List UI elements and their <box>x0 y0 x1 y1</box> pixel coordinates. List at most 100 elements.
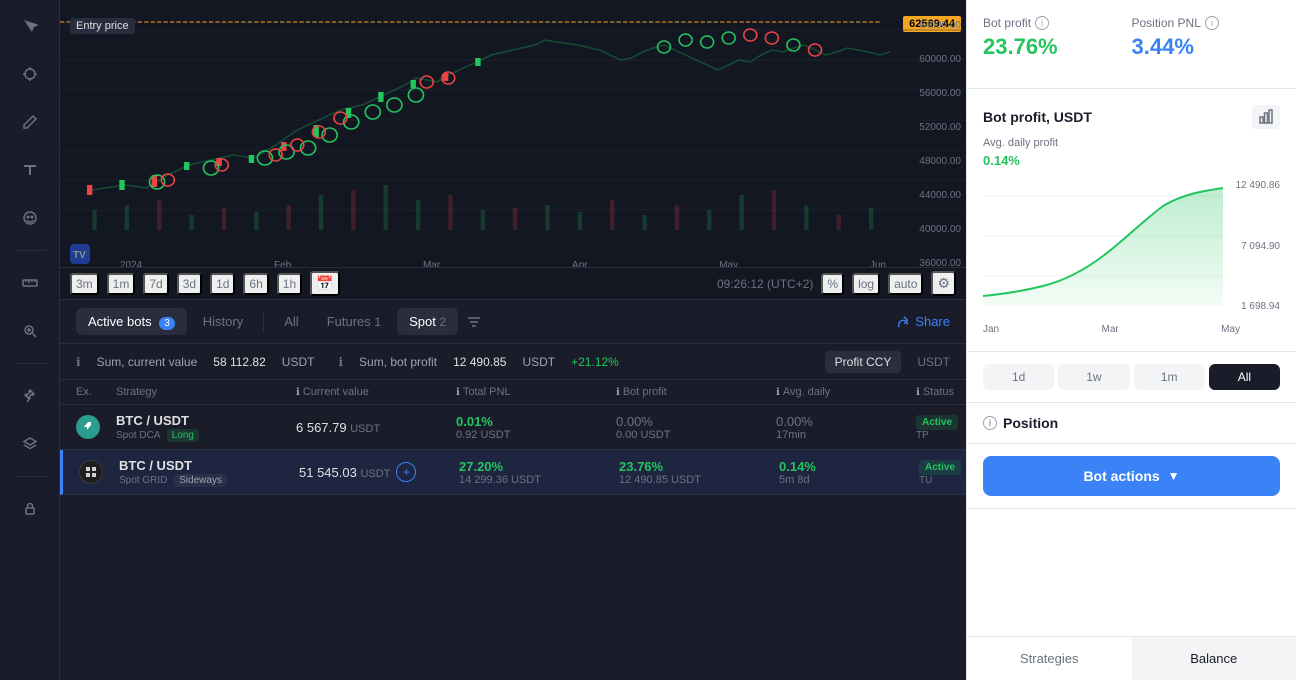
position-header: i Position <box>983 415 1280 431</box>
tab-all[interactable]: All <box>272 308 310 335</box>
pencil-icon[interactable] <box>14 106 46 138</box>
profit-chart-title: Bot profit, USDT <box>983 109 1092 125</box>
usdt-label: USDT <box>917 355 950 369</box>
current-value-1: 6 567.79 USDT <box>296 420 456 435</box>
share-button[interactable]: Share <box>897 314 950 329</box>
period-1d[interactable]: 1d <box>983 364 1054 390</box>
ruler-icon[interactable] <box>14 267 46 299</box>
y-min: 1 698.94 <box>1236 301 1281 312</box>
right-bottom-tabs: Strategies Balance <box>967 636 1296 680</box>
layers-icon[interactable] <box>14 428 46 460</box>
crosshair-icon[interactable] <box>14 58 46 90</box>
entry-price-label: Entry price <box>70 18 135 34</box>
strategy-2: BTC / USDT Spot GRID Sideways <box>119 458 299 486</box>
period-all[interactable]: All <box>1209 364 1280 390</box>
bot-profit-label: Sum, bot profit <box>359 355 437 369</box>
exchange-icon-1 <box>76 415 116 439</box>
avg-daily-2: 0.14% 5m 8d <box>779 459 919 486</box>
profit-ccy-button[interactable]: Profit CCY <box>825 351 902 373</box>
table-row[interactable]: BTC / USDT Spot DCA Long 6 567.79 USDT 0… <box>60 405 966 450</box>
position-pnl-value: 3.44% <box>1132 34 1265 60</box>
timeframe-1h[interactable]: 1h <box>277 273 302 295</box>
profit-chart-header: Bot profit, USDT <box>983 105 1280 129</box>
table-header: Ex. Strategy ℹ Current value ℹ Total PNL… <box>60 380 966 405</box>
period-1w[interactable]: 1w <box>1058 364 1129 390</box>
status-2: Active TU <box>919 459 966 486</box>
table-row-selected[interactable]: BTC / USDT Spot GRID Sideways 51 545.03 … <box>60 450 966 495</box>
zoom-icon[interactable] <box>14 315 46 347</box>
bot-profit-metric-value: 23.76% <box>983 34 1116 60</box>
main-area: Entry price 62569.44 <box>60 0 966 680</box>
strategy-1: BTC / USDT Spot DCA Long <box>116 413 296 441</box>
info-icon-2: ℹ <box>338 355 343 369</box>
chart-x-labels: Jan Mar May <box>983 324 1280 335</box>
bot-profit-2: 23.76% 12 490.85 USDT <box>619 459 779 486</box>
add-funds-button[interactable]: + <box>396 462 416 482</box>
avg-daily-label: Avg. daily profit <box>983 137 1280 149</box>
current-value-label: Sum, current value <box>97 355 198 369</box>
profit-chart-section: Bot profit, USDT Avg. daily profit 0.14% <box>967 89 1296 352</box>
text-icon[interactable] <box>14 154 46 186</box>
timeframe-6h[interactable]: 6h <box>243 273 268 295</box>
pin-icon[interactable] <box>14 380 46 412</box>
tab-history[interactable]: History <box>191 308 255 335</box>
auto-btn[interactable]: auto <box>888 273 923 295</box>
timeframe-3m[interactable]: 3m <box>70 273 99 295</box>
current-value-unit: USDT <box>282 355 315 369</box>
tab-spot[interactable]: Spot 2 <box>397 308 458 335</box>
chart-section: Entry price 62569.44 <box>60 0 966 300</box>
timeframe-1d[interactable]: 1d <box>210 273 235 295</box>
tab-strategies[interactable]: Strategies <box>967 637 1132 680</box>
y-mid: 7 094.90 <box>1236 241 1281 252</box>
timeframe-1m[interactable]: 1m <box>107 273 136 295</box>
bot-profit-value: 12 490.85 <box>453 355 506 369</box>
cursor-icon[interactable] <box>14 10 46 42</box>
right-top-metrics: Bot profit i 23.76% Position PNL i 3.44% <box>967 0 1296 89</box>
filter-button[interactable] <box>462 310 486 334</box>
tradingview-logo: TV <box>70 244 90 264</box>
current-value: 58 112.82 <box>213 355 266 369</box>
bot-profit-metric: Bot profit i 23.76% <box>983 16 1132 60</box>
settings-icon[interactable]: ⚙ <box>931 271 956 296</box>
bot-actions-label: Bot actions <box>1083 468 1159 484</box>
bot-profit-info-icon[interactable]: i <box>1035 16 1049 30</box>
tab-balance[interactable]: Balance <box>1132 637 1296 680</box>
total-pnl-1: 0.01% 0.92 USDT <box>456 414 616 441</box>
chart-type-button[interactable] <box>1252 105 1280 129</box>
chevron-down-icon: ▼ <box>1168 469 1180 483</box>
emoji-icon[interactable] <box>14 202 46 234</box>
bot-profit-metric-label: Bot profit i <box>983 16 1116 30</box>
bot-actions-button[interactable]: Bot actions ▼ <box>983 456 1280 496</box>
position-section: i Position <box>967 403 1296 444</box>
current-value-2: 51 545.03 USDT + <box>299 462 459 482</box>
active-bots-badge: 3 <box>159 317 175 330</box>
position-pnl-info-icon[interactable]: i <box>1205 16 1219 30</box>
bot-profit-pct: +21.12% <box>571 355 619 369</box>
bot-profit-1: 0.00% 0.00 USDT <box>616 414 776 441</box>
price-grid: 64000.00 60000.00 56000.00 52000.00 4800… <box>886 0 966 299</box>
log-btn[interactable]: log <box>852 273 880 295</box>
timeframe-calendar[interactable]: 📅 <box>310 271 339 296</box>
period-1m[interactable]: 1m <box>1134 364 1205 390</box>
timeframe-7d[interactable]: 7d <box>143 273 168 295</box>
tab-futures[interactable]: Futures 1 <box>315 308 393 335</box>
tab-active-bots[interactable]: Active bots 3 <box>76 308 187 335</box>
chart-tools-right: 09:26:12 (UTC+2) % log auto ⚙ <box>717 271 956 296</box>
position-label: Position <box>1003 415 1058 431</box>
avg-daily-value: 0.14% <box>983 153 1280 168</box>
chart-toolbar: 3m 1m 7d 3d 1d 6h 1h 📅 09:26:12 (UTC+2) … <box>60 267 966 299</box>
tab-divider <box>263 312 264 332</box>
lock-icon[interactable] <box>14 493 46 525</box>
position-pnl-metric: Position PNL i 3.44% <box>1132 16 1281 60</box>
left-toolbar <box>0 0 60 680</box>
tab-bar: Active bots 3 History All Futures 1 Spot… <box>60 300 966 344</box>
bots-table: Ex. Strategy ℹ Current value ℹ Total PNL… <box>60 380 966 680</box>
timeframe-3d[interactable]: 3d <box>177 273 202 295</box>
info-icon-1: ℹ <box>76 355 81 369</box>
percent-btn[interactable]: % <box>821 273 844 295</box>
exchange-icon-2 <box>79 460 119 484</box>
position-info-icon[interactable]: i <box>983 416 997 430</box>
chart-y-labels: 12 490.86 7 094.90 1 698.94 <box>1236 176 1281 316</box>
bottom-panel: Active bots 3 History All Futures 1 Spot… <box>60 300 966 680</box>
bot-actions-section: Bot actions ▼ <box>967 444 1296 509</box>
